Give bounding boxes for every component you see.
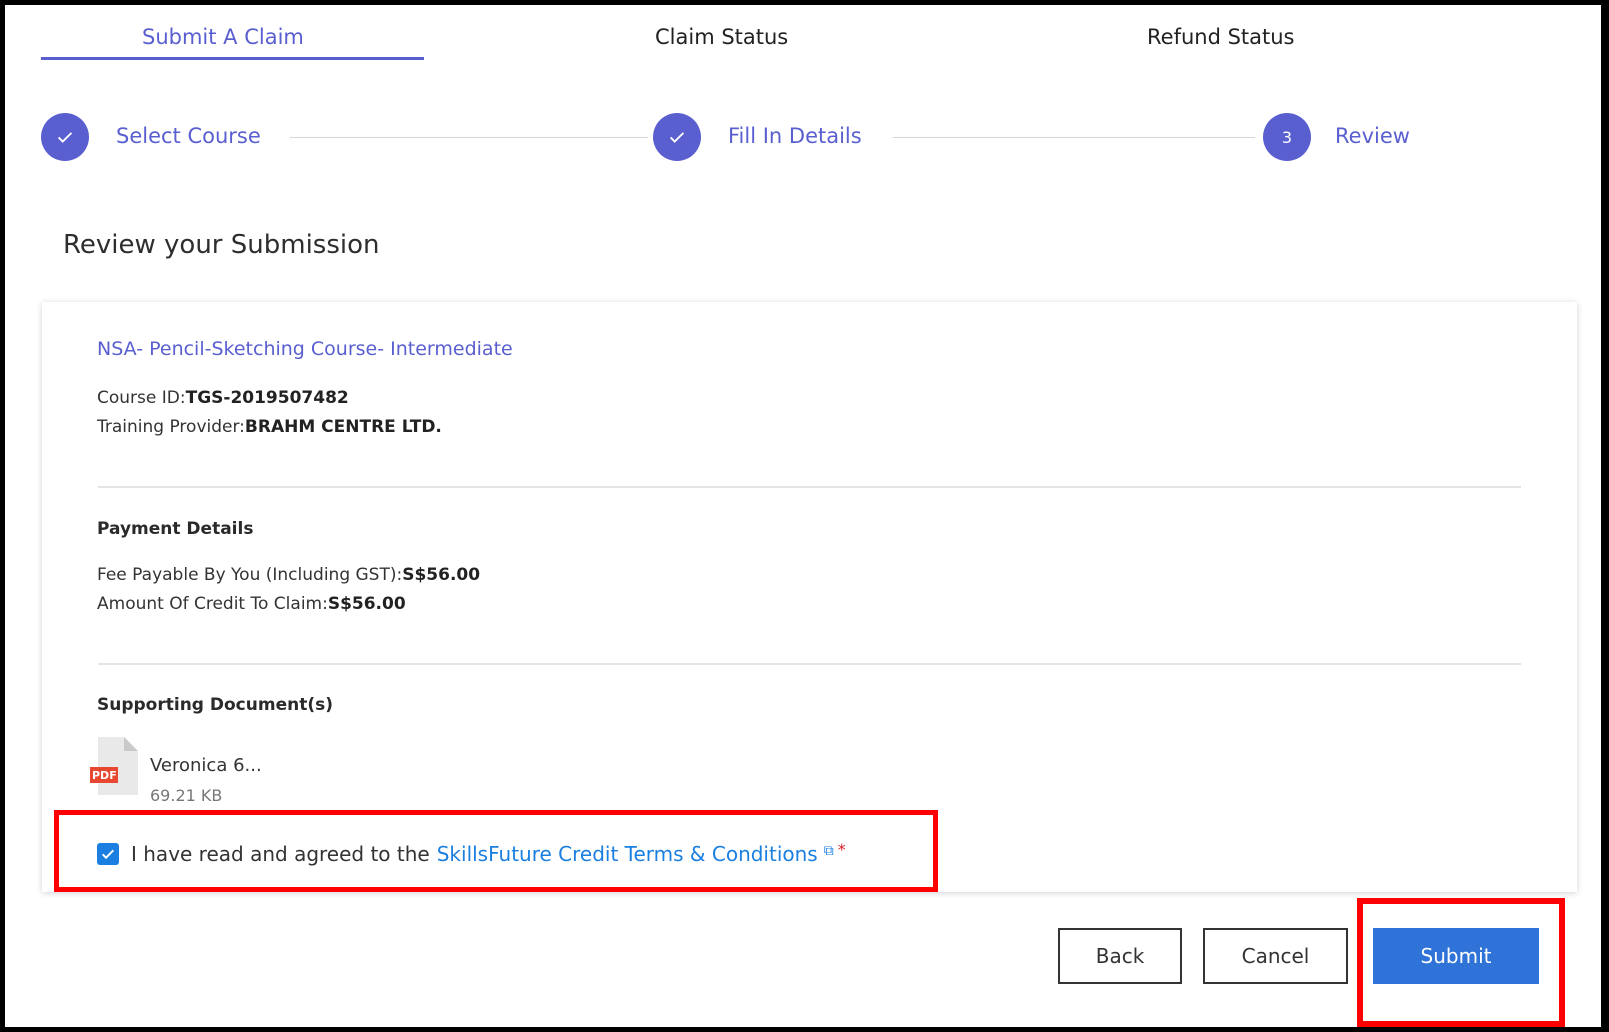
tab-bar: Submit A Claim Claim Status Refund Statu… bbox=[5, 5, 1601, 65]
claim-page: Submit A Claim Claim Status Refund Statu… bbox=[5, 5, 1601, 1027]
progress-stepper: Select Course Fill In Details 3 Review bbox=[5, 105, 1601, 165]
file-name[interactable]: Veronica 6... bbox=[150, 755, 262, 776]
pdf-badge-label: PDF bbox=[92, 769, 117, 782]
step-1-check-icon bbox=[41, 113, 89, 161]
step-2-label: Fill In Details bbox=[728, 124, 862, 148]
tab-claim-status[interactable]: Claim Status bbox=[655, 25, 788, 49]
tab-refund-status[interactable]: Refund Status bbox=[1147, 25, 1295, 49]
course-id-row: Course ID:TGS-2019507482 bbox=[97, 388, 349, 408]
back-button[interactable]: Back bbox=[1058, 928, 1182, 984]
training-provider-value: BRAHM CENTRE LTD. bbox=[244, 417, 442, 437]
credit-claim-label: Amount Of Credit To Claim: bbox=[97, 594, 328, 614]
credit-claim-row: Amount Of Credit To Claim:S$56.00 bbox=[97, 594, 406, 614]
payment-details-title: Payment Details bbox=[97, 519, 254, 539]
step-connector-2 bbox=[893, 137, 1255, 138]
active-tab-indicator bbox=[41, 57, 424, 60]
training-provider-label: Training Provider: bbox=[97, 417, 245, 437]
step-3-number: 3 bbox=[1263, 113, 1311, 161]
pdf-file-icon[interactable]: PDF bbox=[90, 737, 142, 795]
fee-payable-label: Fee Payable By You (Including GST): bbox=[97, 565, 403, 585]
credit-claim-value: S$56.00 bbox=[327, 594, 406, 614]
course-name: NSA- Pencil-Sketching Course- Intermedia… bbox=[97, 338, 513, 360]
section-divider bbox=[98, 663, 1521, 665]
review-card: NSA- Pencil-Sketching Course- Intermedia… bbox=[42, 302, 1577, 892]
step-2-check-icon bbox=[653, 113, 701, 161]
step-1-label: Select Course bbox=[116, 124, 261, 148]
fee-payable-row: Fee Payable By You (Including GST):S$56.… bbox=[97, 565, 480, 585]
course-id-value: TGS-2019507482 bbox=[185, 388, 349, 408]
supporting-documents-title: Supporting Document(s) bbox=[97, 695, 333, 715]
fee-payable-value: S$56.00 bbox=[402, 565, 481, 585]
section-divider bbox=[98, 486, 1521, 488]
step-3-label: Review bbox=[1335, 124, 1410, 148]
training-provider-row: Training Provider:BRAHM CENTRE LTD. bbox=[97, 417, 442, 437]
page-title: Review your Submission bbox=[63, 230, 380, 260]
tab-submit-a-claim[interactable]: Submit A Claim bbox=[142, 25, 304, 49]
submit-highlight-box bbox=[1357, 898, 1565, 1027]
terms-highlight-box bbox=[54, 810, 938, 892]
cancel-button[interactable]: Cancel bbox=[1203, 928, 1348, 984]
step-connector-1 bbox=[290, 137, 648, 138]
file-size: 69.21 KB bbox=[150, 786, 223, 805]
course-id-label: Course ID: bbox=[97, 388, 186, 408]
